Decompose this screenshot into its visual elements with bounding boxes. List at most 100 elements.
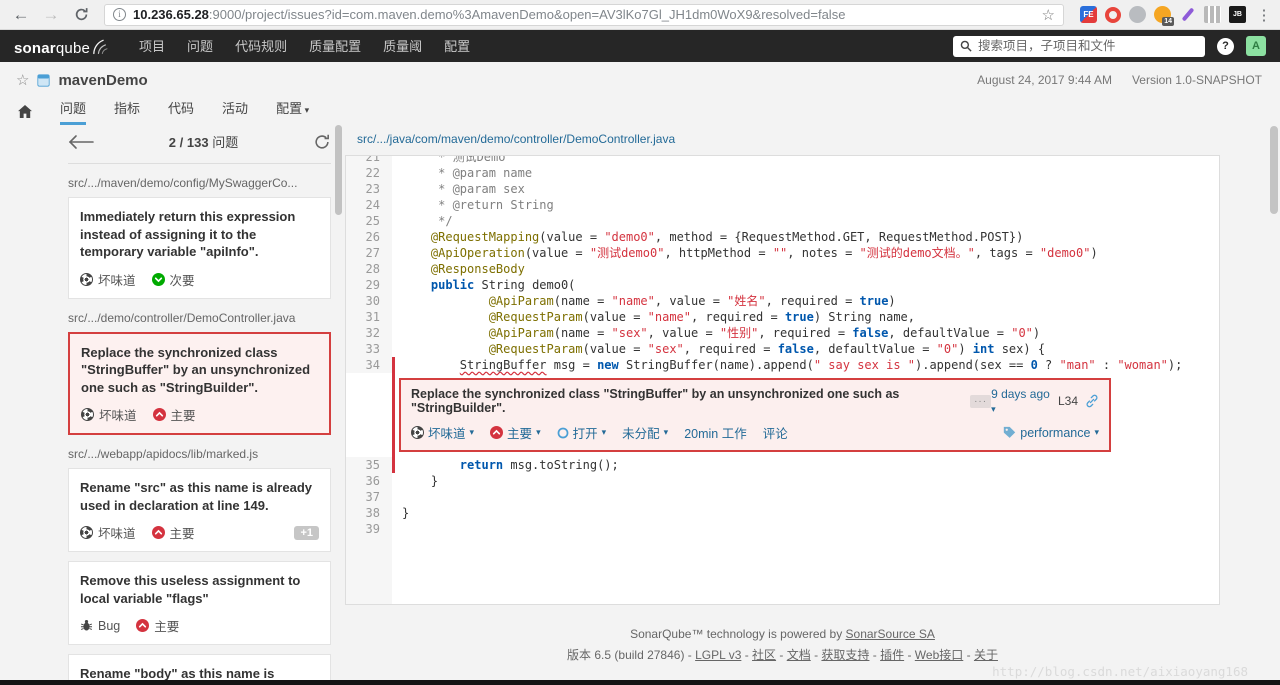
issue-tags-dropdown[interactable]: performance ▾: [1003, 426, 1099, 440]
issue-card[interactable]: Immediately return this expression inste…: [68, 197, 331, 299]
file-path-link[interactable]: src/.../java/com/maven/demo/controller/D…: [345, 120, 1280, 155]
nav-item-4[interactable]: 质量阈: [383, 39, 422, 54]
favorite-star-icon[interactable]: ☆: [16, 71, 29, 89]
line-number[interactable]: 28: [346, 261, 392, 277]
line-number[interactable]: 24: [346, 197, 392, 213]
sonar-waves-icon: [92, 38, 108, 55]
line-number[interactable]: 31: [346, 309, 392, 325]
code-smell-icon: [80, 272, 93, 286]
global-search[interactable]: [953, 35, 1205, 57]
issue-card-title: Rename "src" as this name is already use…: [80, 480, 313, 513]
permalink-icon[interactable]: [1085, 394, 1099, 408]
issue-severity-dropdown[interactable]: 主要 ▾: [490, 423, 541, 442]
issue-type-label: 坏味道: [99, 409, 137, 424]
opera-extension-icon[interactable]: [1105, 6, 1121, 23]
issue-age-dropdown[interactable]: 9 days ago ▾: [991, 387, 1051, 415]
nav-item-2[interactable]: 代码规则: [235, 39, 287, 54]
issues-sidebar: 2 / 133 问题 src/.../maven/demo/config/MyS…: [0, 120, 345, 685]
line-number[interactable]: 34: [346, 357, 392, 373]
line-number[interactable]: 27: [346, 245, 392, 261]
tag-icon: [1003, 426, 1016, 439]
issue-card[interactable]: Remove this useless assignment to local …: [68, 561, 331, 646]
footer-link[interactable]: 获取支持: [821, 648, 869, 662]
gray-extension-icon[interactable]: [1129, 6, 1146, 23]
footer-link[interactable]: LGPL v3: [695, 648, 741, 662]
tab-label: 代码: [168, 101, 195, 116]
tab-label: 问题: [60, 101, 87, 116]
line-number[interactable]: 36: [346, 473, 392, 489]
line-number[interactable]: 35: [346, 457, 392, 473]
address-bar[interactable]: i 10.236.65.28:9000/project/issues?id=co…: [104, 3, 1064, 26]
page-scrollbar[interactable]: [1270, 126, 1278, 214]
search-input[interactable]: [978, 39, 1198, 53]
columns-extension-icon[interactable]: [1204, 6, 1221, 23]
sonarsource-link[interactable]: SonarSource SA: [846, 627, 935, 641]
footer-link[interactable]: 文档: [787, 648, 811, 662]
code-content: @ApiParam(name = "name", value = "姓名", r…: [488, 294, 896, 308]
extension-badge: 14: [1162, 17, 1174, 26]
code-content: @ApiParam(name = "sex", value = "性别", re…: [488, 326, 1041, 340]
jetbrains-extension-icon[interactable]: JB: [1229, 6, 1246, 23]
sidebar-scrollbar[interactable]: [335, 125, 342, 215]
issue-severity-label: 主要: [170, 409, 196, 424]
bug-icon: [80, 619, 93, 632]
issue-status-dropdown[interactable]: 打开 ▾: [557, 423, 606, 442]
line-number[interactable]: 39: [346, 521, 392, 537]
line-number[interactable]: 37: [346, 489, 392, 505]
browser-reload-icon[interactable]: [68, 7, 94, 22]
line-number[interactable]: 26: [346, 229, 392, 245]
logo-text-bold: sonar: [14, 39, 56, 57]
footer-link[interactable]: 关于: [974, 648, 998, 662]
tab-label: 配置: [276, 101, 303, 116]
code-line: 38}: [346, 505, 1219, 521]
project-name[interactable]: mavenDemo: [58, 72, 147, 89]
nav-item-0[interactable]: 项目: [139, 39, 165, 54]
issue-type-label: Bug: [98, 618, 121, 633]
page-info-icon[interactable]: i: [113, 8, 126, 21]
line-number[interactable]: 33: [346, 341, 392, 357]
nav-item-1[interactable]: 问题: [187, 39, 213, 54]
browser-extensions: FE 14 JB: [1080, 6, 1246, 26]
fe-extension-icon[interactable]: FE: [1080, 6, 1097, 23]
line-number[interactable]: 23: [346, 181, 392, 197]
line-number[interactable]: 25: [346, 213, 392, 229]
sonarqube-logo[interactable]: sonarqube: [14, 36, 108, 57]
bookmark-star-icon[interactable]: ☆: [1042, 6, 1055, 24]
footer-link[interactable]: 社区: [752, 648, 776, 662]
code-content: @RequestMapping(value = "demo0", method …: [430, 230, 1024, 244]
issue-type-dropdown[interactable]: 坏味道 ▾: [411, 423, 474, 442]
line-number[interactable]: 38: [346, 505, 392, 521]
avatar[interactable]: A: [1246, 36, 1266, 56]
line-number[interactable]: 22: [346, 165, 392, 181]
code-line: 22 * @param name: [346, 165, 1219, 181]
issue-card-title: Immediately return this expression inste…: [80, 209, 296, 260]
line-number[interactable]: 21: [346, 156, 392, 165]
back-arrow-icon[interactable]: [68, 134, 94, 150]
nav-item-3[interactable]: 质量配置: [309, 39, 361, 54]
browser-back-icon[interactable]: ←: [8, 1, 34, 29]
browser-forward-icon[interactable]: →: [38, 1, 64, 29]
footer-link[interactable]: 插件: [880, 648, 904, 662]
code-line: 32 @ApiParam(name = "sex", value = "性别",…: [346, 325, 1219, 341]
line-number[interactable]: 32: [346, 325, 392, 341]
reload-issues-icon[interactable]: [313, 133, 331, 151]
gear-extension-icon[interactable]: 14: [1154, 6, 1174, 26]
code-line: 39: [346, 521, 1219, 537]
help-icon[interactable]: ?: [1217, 37, 1234, 55]
rule-details-button[interactable]: ···: [970, 394, 992, 408]
browser-menu-icon[interactable]: ⋮: [1256, 6, 1272, 24]
pen-extension-icon[interactable]: [1179, 6, 1196, 23]
issue-card[interactable]: Rename "src" as this name is already use…: [68, 468, 331, 553]
file-group-label: src/.../webapp/apidocs/lib/marked.js: [68, 447, 259, 462]
footer-links: 版本 6.5 (build 27846) - LGPL v3 - 社区 - 文档…: [567, 648, 998, 662]
line-number[interactable]: 30: [346, 293, 392, 309]
code-line: 31 @RequestParam(value = "name", require…: [346, 309, 1219, 325]
footer-link[interactable]: Web接口: [915, 648, 963, 662]
code-content: public String demo0(: [430, 278, 576, 292]
nav-item-5[interactable]: 配置: [444, 39, 470, 54]
issue-comment-link[interactable]: 评论: [763, 423, 788, 442]
issue-card[interactable]: Replace the synchronized class "StringBu…: [68, 331, 331, 436]
sonarqube-navbar: sonarqube 项目 问题 代码规则 质量配置 质量阈 配置 ? A: [0, 30, 1280, 62]
issue-assignee-dropdown[interactable]: 未分配 ▾: [622, 423, 668, 442]
line-number[interactable]: 29: [346, 277, 392, 293]
